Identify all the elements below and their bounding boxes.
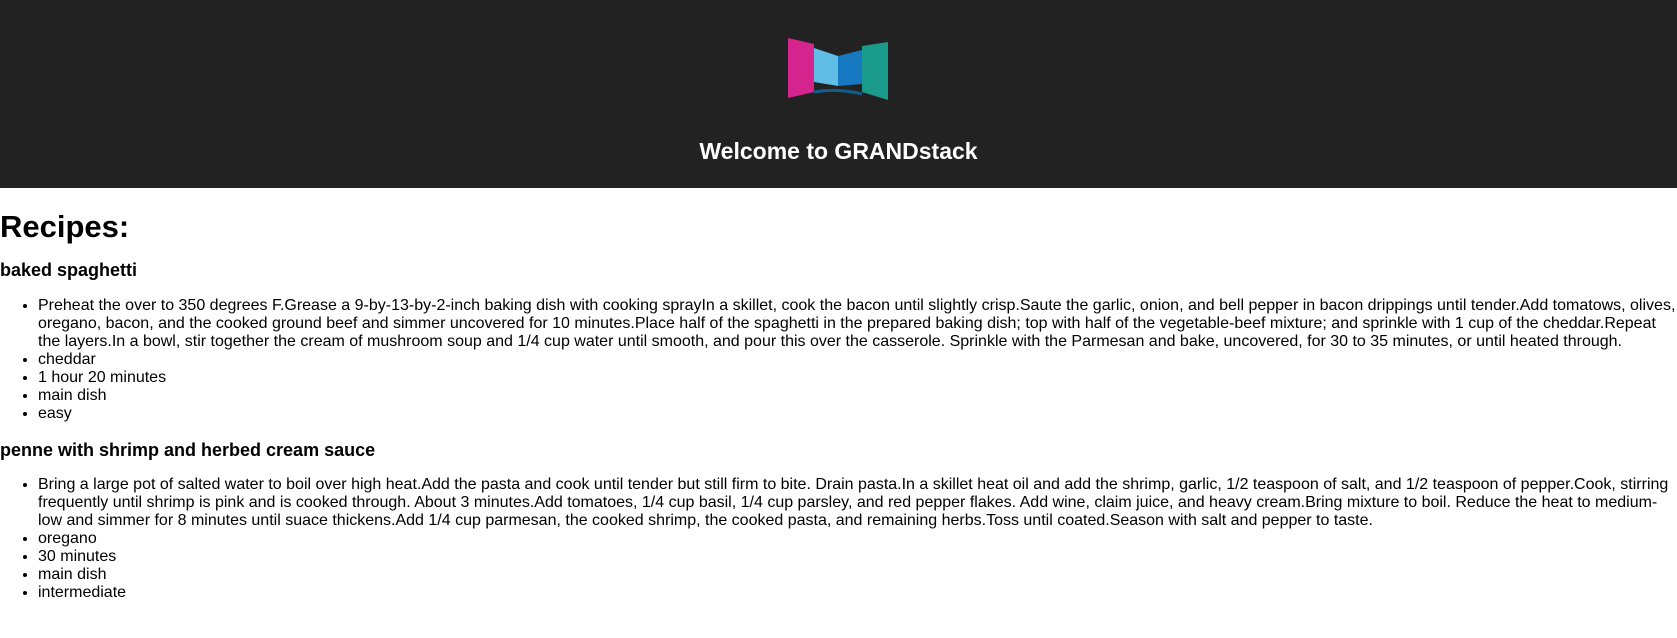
recipe-name: penne with shrimp and herbed cream sauce xyxy=(0,439,376,460)
recipe-time: 1 hour 20 minutes xyxy=(38,369,1677,387)
recipe-card: penne with shrimp and herbed cream sauce… xyxy=(0,439,1677,602)
recipe-category: main dish xyxy=(38,387,1677,405)
recipe-instructions: Bring a large pot of salted water to boi… xyxy=(38,476,1677,530)
recipe-difficulty: easy xyxy=(38,405,1677,423)
section-title: Recipes: xyxy=(0,209,130,244)
app-title: Welcome to GRANDstack xyxy=(699,138,978,164)
grandstack-logo-icon xyxy=(788,38,888,100)
recipe-ingredient: oregano xyxy=(38,530,1677,548)
recipe-card: baked spaghetti Preheat the over to 350 … xyxy=(0,259,1677,422)
recipe-category: main dish xyxy=(38,566,1677,584)
recipe-ingredient: cheddar xyxy=(38,351,1677,369)
recipe-name: baked spaghetti xyxy=(0,260,138,281)
recipe-details-list: Bring a large pot of salted water to boi… xyxy=(0,476,1677,602)
recipe-details-list: Preheat the over to 350 degrees F.Grease… xyxy=(0,297,1677,423)
recipe-time: 30 minutes xyxy=(38,548,1677,566)
app-header: Welcome to GRANDstack xyxy=(0,0,1677,188)
main-content: Recipes: baked spaghetti Preheat the ove… xyxy=(0,208,1677,602)
recipe-instructions: Preheat the over to 350 degrees F.Grease… xyxy=(38,297,1677,351)
recipe-difficulty: intermediate xyxy=(38,584,1677,602)
